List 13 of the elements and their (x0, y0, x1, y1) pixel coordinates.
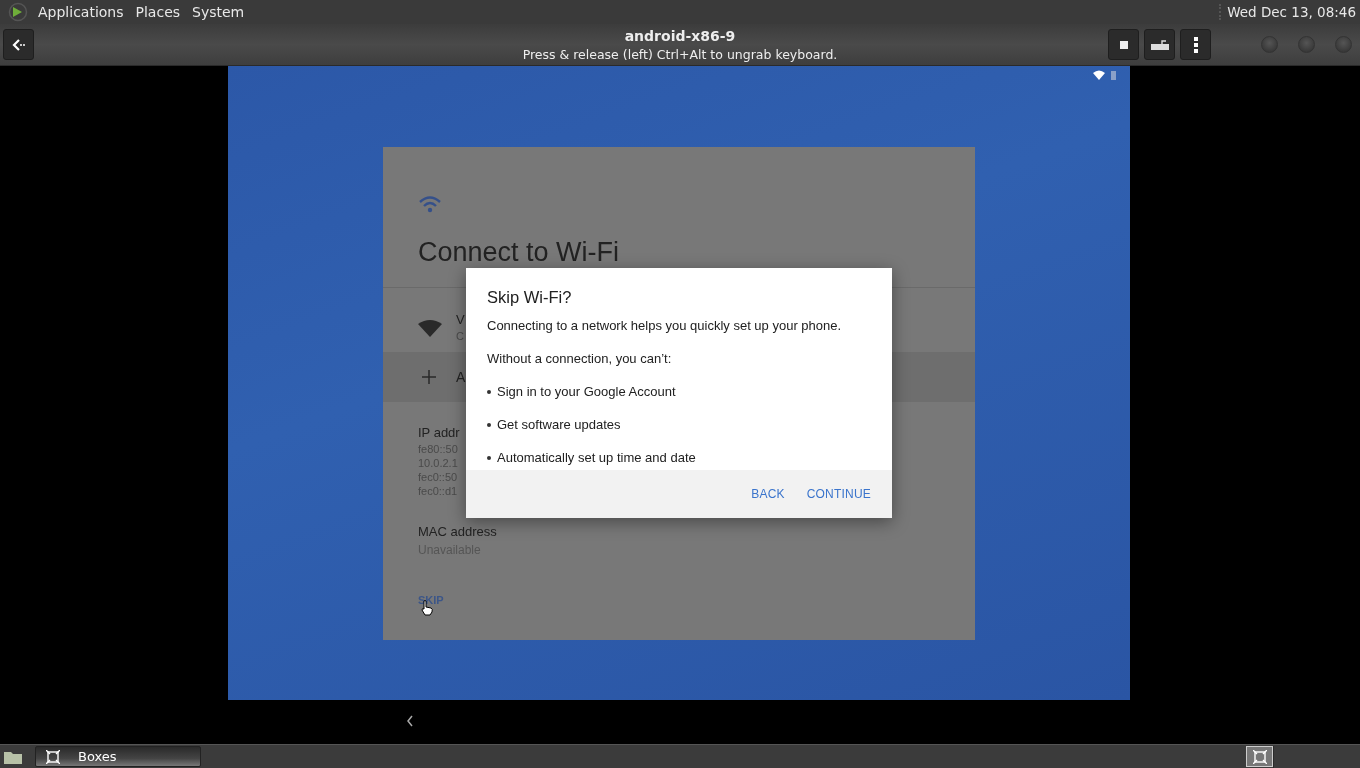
ip-address-label: IP addr (418, 424, 460, 442)
window-subtitle: Press & release (left) Ctrl+Alt to ungrab keyboard. (522, 46, 838, 63)
dialog-text: Without a connection, you can’t: (487, 351, 673, 367)
mac-address-label: MAC address (418, 523, 497, 541)
bullet-text: Get software updates (497, 417, 621, 433)
bullet-text: Automatically set up time and date (497, 450, 696, 466)
add-network-label: A (456, 369, 466, 385)
window-title: android-x86-9 (624, 27, 736, 46)
network-name: V (456, 312, 465, 328)
dialog-text: Connecting to a network helps you quickly set up your phone. (487, 318, 843, 334)
page-title: Connect to Wi-Fi (418, 236, 621, 269)
bullet-text: Sign in to your Google Account (497, 384, 676, 400)
dialog-title: Skip Wi-Fi? (487, 287, 573, 308)
